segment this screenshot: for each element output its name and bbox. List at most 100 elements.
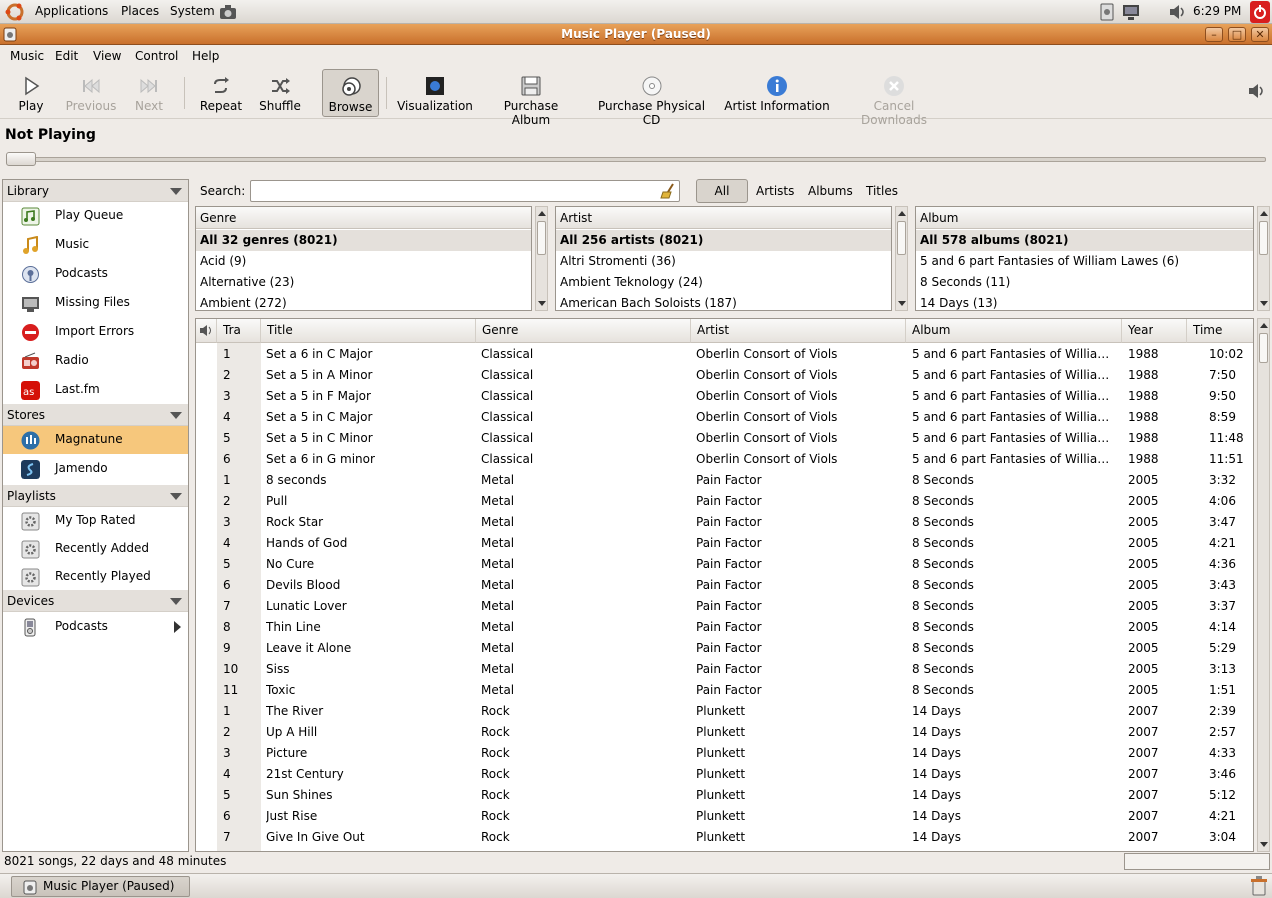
menu-edit[interactable]: Edit — [55, 49, 78, 63]
scroll-up-icon[interactable] — [538, 211, 546, 216]
browse-button[interactable]: Browse — [322, 69, 379, 117]
sidebar-header-devices[interactable]: Devices — [3, 590, 188, 612]
ubuntu-logo-icon[interactable] — [4, 2, 26, 22]
visualization-button[interactable]: Visualization — [395, 69, 475, 117]
genre-row[interactable]: Acid (9) — [196, 251, 531, 272]
genre-scrollbar[interactable] — [535, 206, 548, 311]
table-row[interactable]: 11 Toxic Metal Pain Factor 8 Seconds 2005 1:51 — [196, 680, 1253, 701]
artist-row[interactable]: Ambient Teknology (24) — [556, 272, 891, 293]
table-row[interactable]: 2 Up A Hill Rock Plunkett 14 Days 2007 2:57 — [196, 722, 1253, 743]
playing-column-header[interactable] — [196, 319, 217, 343]
play-button[interactable]: Play — [8, 69, 54, 117]
scroll-down-icon[interactable] — [1260, 301, 1268, 306]
album-pane-header[interactable]: Album — [916, 207, 1253, 229]
scroll-up-icon[interactable] — [1260, 211, 1268, 216]
album-row[interactable]: All 578 albums (8021) — [916, 230, 1253, 251]
volume-icon[interactable] — [1169, 4, 1187, 20]
trash-icon[interactable] — [1250, 876, 1268, 896]
shuffle-button[interactable]: Shuffle — [256, 69, 304, 117]
table-row[interactable]: 7 Lunatic Lover Metal Pain Factor 8 Seconds 2… — [196, 596, 1253, 617]
sidebar-item-magnatune[interactable]: Magnatune — [3, 426, 188, 454]
scroll-up-icon[interactable] — [898, 211, 906, 216]
column-header-genre[interactable]: Genre — [476, 319, 691, 343]
sidebar-header-library[interactable]: Library — [3, 180, 188, 202]
sidebar-item-podcasts[interactable]: Podcasts — [3, 260, 188, 288]
artist-row[interactable]: Altri Stromenti (36) — [556, 251, 891, 272]
sidebar-item-recently-played[interactable]: Recently Played — [3, 563, 188, 591]
table-row[interactable]: 9 Leave it Alone Metal Pain Factor 8 Seconds… — [196, 638, 1253, 659]
seek-bar[interactable] — [8, 157, 1266, 162]
artist-pane-header[interactable]: Artist — [556, 207, 891, 229]
table-row[interactable]: 8 Thin Line Metal Pain Factor 8 Seconds 2005 4… — [196, 617, 1253, 638]
taskbar-window-button[interactable]: Music Player (Paused) — [11, 876, 190, 897]
column-header-title[interactable]: Title — [261, 319, 476, 343]
album-row[interactable]: 8 Seconds (11) — [916, 272, 1253, 293]
genre-row[interactable]: Alternative (23) — [196, 272, 531, 293]
table-row[interactable]: 4 21st Century Rock Plunkett 14 Days 2007 3:46 — [196, 764, 1253, 785]
artist-scrollbar[interactable] — [895, 206, 908, 311]
table-row[interactable]: 4 Hands of God Metal Pain Factor 8 Seconds 20… — [196, 533, 1253, 554]
scroll-down-icon[interactable] — [898, 301, 906, 306]
genre-pane-header[interactable]: Genre — [196, 207, 531, 229]
table-row[interactable]: 2 Pull Metal Pain Factor 8 Seconds 2005 4:06 — [196, 491, 1253, 512]
scroll-thumb[interactable] — [897, 221, 906, 255]
power-icon[interactable] — [1250, 1, 1270, 23]
column-header-time[interactable]: Time — [1187, 319, 1253, 343]
toolbar-volume-icon[interactable] — [1248, 83, 1266, 99]
menu-help[interactable]: Help — [192, 49, 219, 63]
column-header-year[interactable]: Year — [1122, 319, 1187, 343]
sidebar-item-import-errors[interactable]: Import Errors — [3, 318, 188, 346]
system-menu[interactable]: System — [170, 4, 215, 18]
track-list-scrollbar[interactable] — [1257, 318, 1270, 852]
table-row[interactable]: 3 Picture Rock Plunkett 14 Days 2007 4:33 — [196, 743, 1253, 764]
seek-thumb[interactable] — [6, 152, 36, 166]
scroll-thumb[interactable] — [1259, 333, 1268, 363]
scroll-down-icon[interactable] — [1260, 842, 1268, 847]
scroll-down-icon[interactable] — [538, 301, 546, 306]
sidebar-header-playlists[interactable]: Playlists — [3, 485, 188, 507]
artist-row[interactable]: All 256 artists (8021) — [556, 230, 891, 251]
sidebar-header-stores[interactable]: Stores — [3, 404, 188, 426]
close-button[interactable]: ✕ — [1251, 27, 1269, 42]
scroll-thumb[interactable] — [1259, 221, 1268, 255]
table-row[interactable]: 5 Sun Shines Rock Plunkett 14 Days 2007 5:12 — [196, 785, 1253, 806]
sidebar-item-missing-files[interactable]: Missing Files — [3, 289, 188, 317]
table-row[interactable]: 3 Set a 5 in F Major Classical Oberlin Cons… — [196, 386, 1253, 407]
repeat-button[interactable]: Repeat — [196, 69, 246, 117]
monitor-icon[interactable] — [1122, 3, 1140, 21]
network-icon[interactable] — [1099, 3, 1115, 21]
column-header-album[interactable]: Album — [906, 319, 1122, 343]
purchase-album-button[interactable]: Purchase Album — [483, 69, 579, 127]
table-row[interactable]: 6 Just Rise Rock Plunkett 14 Days 2007 4:21 — [196, 806, 1253, 827]
table-row[interactable]: 6 Set a 6 in G minor Classical Oberlin Cons… — [196, 449, 1253, 470]
scroll-thumb[interactable] — [537, 221, 546, 255]
sidebar-item-play-queue[interactable]: Play Queue — [3, 202, 188, 230]
camera-icon[interactable] — [219, 4, 237, 20]
sidebar-item-recently-added[interactable]: Recently Added — [3, 535, 188, 563]
filter-all-button[interactable]: All — [696, 179, 748, 203]
album-row[interactable]: 5 and 6 part Fantasies of William Lawes … — [916, 251, 1253, 272]
table-row[interactable]: 1 8 seconds Metal Pain Factor 8 Seconds 2005 3… — [196, 470, 1253, 491]
table-row[interactable]: 1 Set a 6 in C Major Classical Oberlin Cons… — [196, 344, 1253, 365]
sidebar-item-device-podcasts[interactable]: Podcasts — [3, 613, 188, 641]
artist-row[interactable]: American Bach Soloists (187) — [556, 293, 891, 310]
menu-music[interactable]: Music — [10, 49, 44, 63]
sidebar-item-music[interactable]: Music — [3, 231, 188, 259]
maximize-button[interactable]: □ — [1228, 27, 1246, 42]
places-menu[interactable]: Places — [121, 4, 159, 18]
applications-menu[interactable]: Applications — [35, 4, 108, 18]
table-row[interactable]: 3 Rock Star Metal Pain Factor 8 Seconds 2005 3… — [196, 512, 1253, 533]
minimize-button[interactable]: – — [1205, 27, 1223, 42]
window-titlebar[interactable]: Music Player (Paused) – □ ✕ — [0, 24, 1272, 45]
search-input[interactable] — [250, 180, 680, 202]
table-row[interactable]: 6 Devils Blood Metal Pain Factor 8 Seconds 20… — [196, 575, 1253, 596]
filter-titles-button[interactable]: Titles — [866, 184, 898, 198]
column-header-track[interactable]: Tra — [217, 319, 261, 343]
column-header-artist[interactable]: Artist — [691, 319, 906, 343]
next-button[interactable]: Next — [128, 69, 170, 117]
table-row[interactable]: 7 Give In Give Out Rock Plunkett 14 Days 2007… — [196, 827, 1253, 848]
menu-control[interactable]: Control — [135, 49, 178, 63]
scroll-up-icon[interactable] — [1260, 323, 1268, 328]
previous-button[interactable]: Previous — [62, 69, 120, 117]
sidebar-item-my-top-rated[interactable]: My Top Rated — [3, 507, 188, 535]
